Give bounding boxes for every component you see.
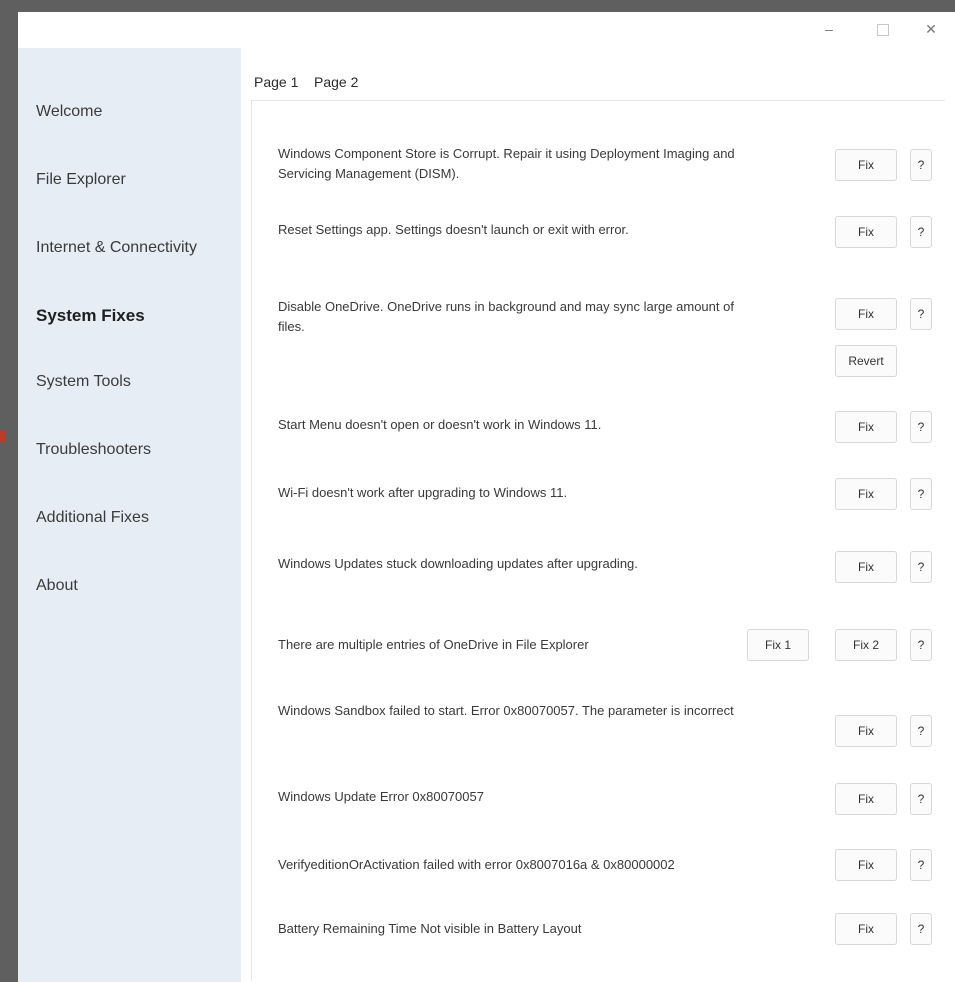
tab-page-1[interactable]: Page 1	[254, 74, 298, 90]
title-bar: – ✕	[18, 12, 955, 48]
fix-description: Windows Sandbox failed to start. Error 0…	[278, 703, 734, 718]
maximize-button[interactable]	[868, 16, 898, 42]
fixes-list: Windows Component Store is Corrupt. Repa…	[251, 100, 945, 981]
fix-button[interactable]: Fix	[835, 849, 897, 881]
sidebar-item-internet-connectivity[interactable]: Internet & Connectivity	[36, 228, 197, 268]
fix-button[interactable]: Fix	[835, 216, 897, 248]
sidebar-item-about[interactable]: About	[36, 566, 78, 606]
fix-button[interactable]: Fix	[835, 478, 897, 510]
help-button[interactable]: ?	[910, 551, 932, 583]
fix-button[interactable]: Fix	[835, 411, 897, 443]
help-button[interactable]: ?	[910, 298, 932, 330]
fix-description: Windows Component Store is Corrupt. Repa…	[278, 146, 735, 181]
help-button[interactable]: ?	[910, 411, 932, 443]
fix-description: Battery Remaining Time Not visible in Ba…	[278, 921, 582, 936]
help-button[interactable]: ?	[910, 715, 932, 747]
maximize-icon	[877, 24, 889, 37]
help-button[interactable]: ?	[910, 629, 932, 661]
app-window: – ✕ Welcome File Explorer Internet & Con…	[18, 12, 955, 982]
help-button[interactable]: ?	[910, 216, 932, 248]
fix-button[interactable]: Fix	[835, 783, 897, 815]
revert-button[interactable]: Revert	[835, 345, 897, 377]
fix-2-button[interactable]: Fix 2	[835, 629, 897, 661]
sidebar-item-system-tools[interactable]: System Tools	[36, 362, 131, 402]
fix-button[interactable]: Fix	[835, 298, 897, 330]
sidebar-item-system-fixes[interactable]: System Fixes	[36, 296, 145, 336]
tab-page-2[interactable]: Page 2	[314, 74, 358, 90]
fix-description: Windows Updates stuck downloading update…	[278, 556, 638, 571]
minimize-button[interactable]: –	[814, 16, 844, 42]
sidebar-item-additional-fixes[interactable]: Additional Fixes	[36, 498, 149, 538]
help-button[interactable]: ?	[910, 849, 932, 881]
fix-description: There are multiple entries of OneDrive i…	[278, 637, 589, 652]
fix-1-button[interactable]: Fix 1	[747, 629, 809, 661]
close-button[interactable]: ✕	[916, 16, 946, 42]
fix-button[interactable]: Fix	[835, 551, 897, 583]
fix-description: Windows Update Error 0x80070057	[278, 789, 484, 804]
help-button[interactable]: ?	[910, 913, 932, 945]
fix-description: Reset Settings app. Settings doesn't lau…	[278, 222, 629, 237]
fix-description: Disable OneDrive. OneDrive runs in backg…	[278, 299, 734, 334]
help-button[interactable]: ?	[910, 783, 932, 815]
fix-description: Start Menu doesn't open or doesn't work …	[278, 417, 602, 432]
help-button[interactable]: ?	[910, 478, 932, 510]
fix-description: VerifyeditionOrActivation failed with er…	[278, 857, 675, 872]
sidebar-item-troubleshooters[interactable]: Troubleshooters	[36, 430, 151, 470]
fix-button[interactable]: Fix	[835, 913, 897, 945]
sidebar-item-welcome[interactable]: Welcome	[36, 92, 102, 132]
sidebar: Welcome File Explorer Internet & Connect…	[18, 48, 241, 982]
fix-button[interactable]: Fix	[835, 149, 897, 181]
fix-button[interactable]: Fix	[835, 715, 897, 747]
help-button[interactable]: ?	[910, 149, 932, 181]
fix-description: Wi-Fi doesn't work after upgrading to Wi…	[278, 485, 568, 500]
pointer-marker	[0, 430, 6, 442]
sidebar-item-file-explorer[interactable]: File Explorer	[36, 160, 126, 200]
